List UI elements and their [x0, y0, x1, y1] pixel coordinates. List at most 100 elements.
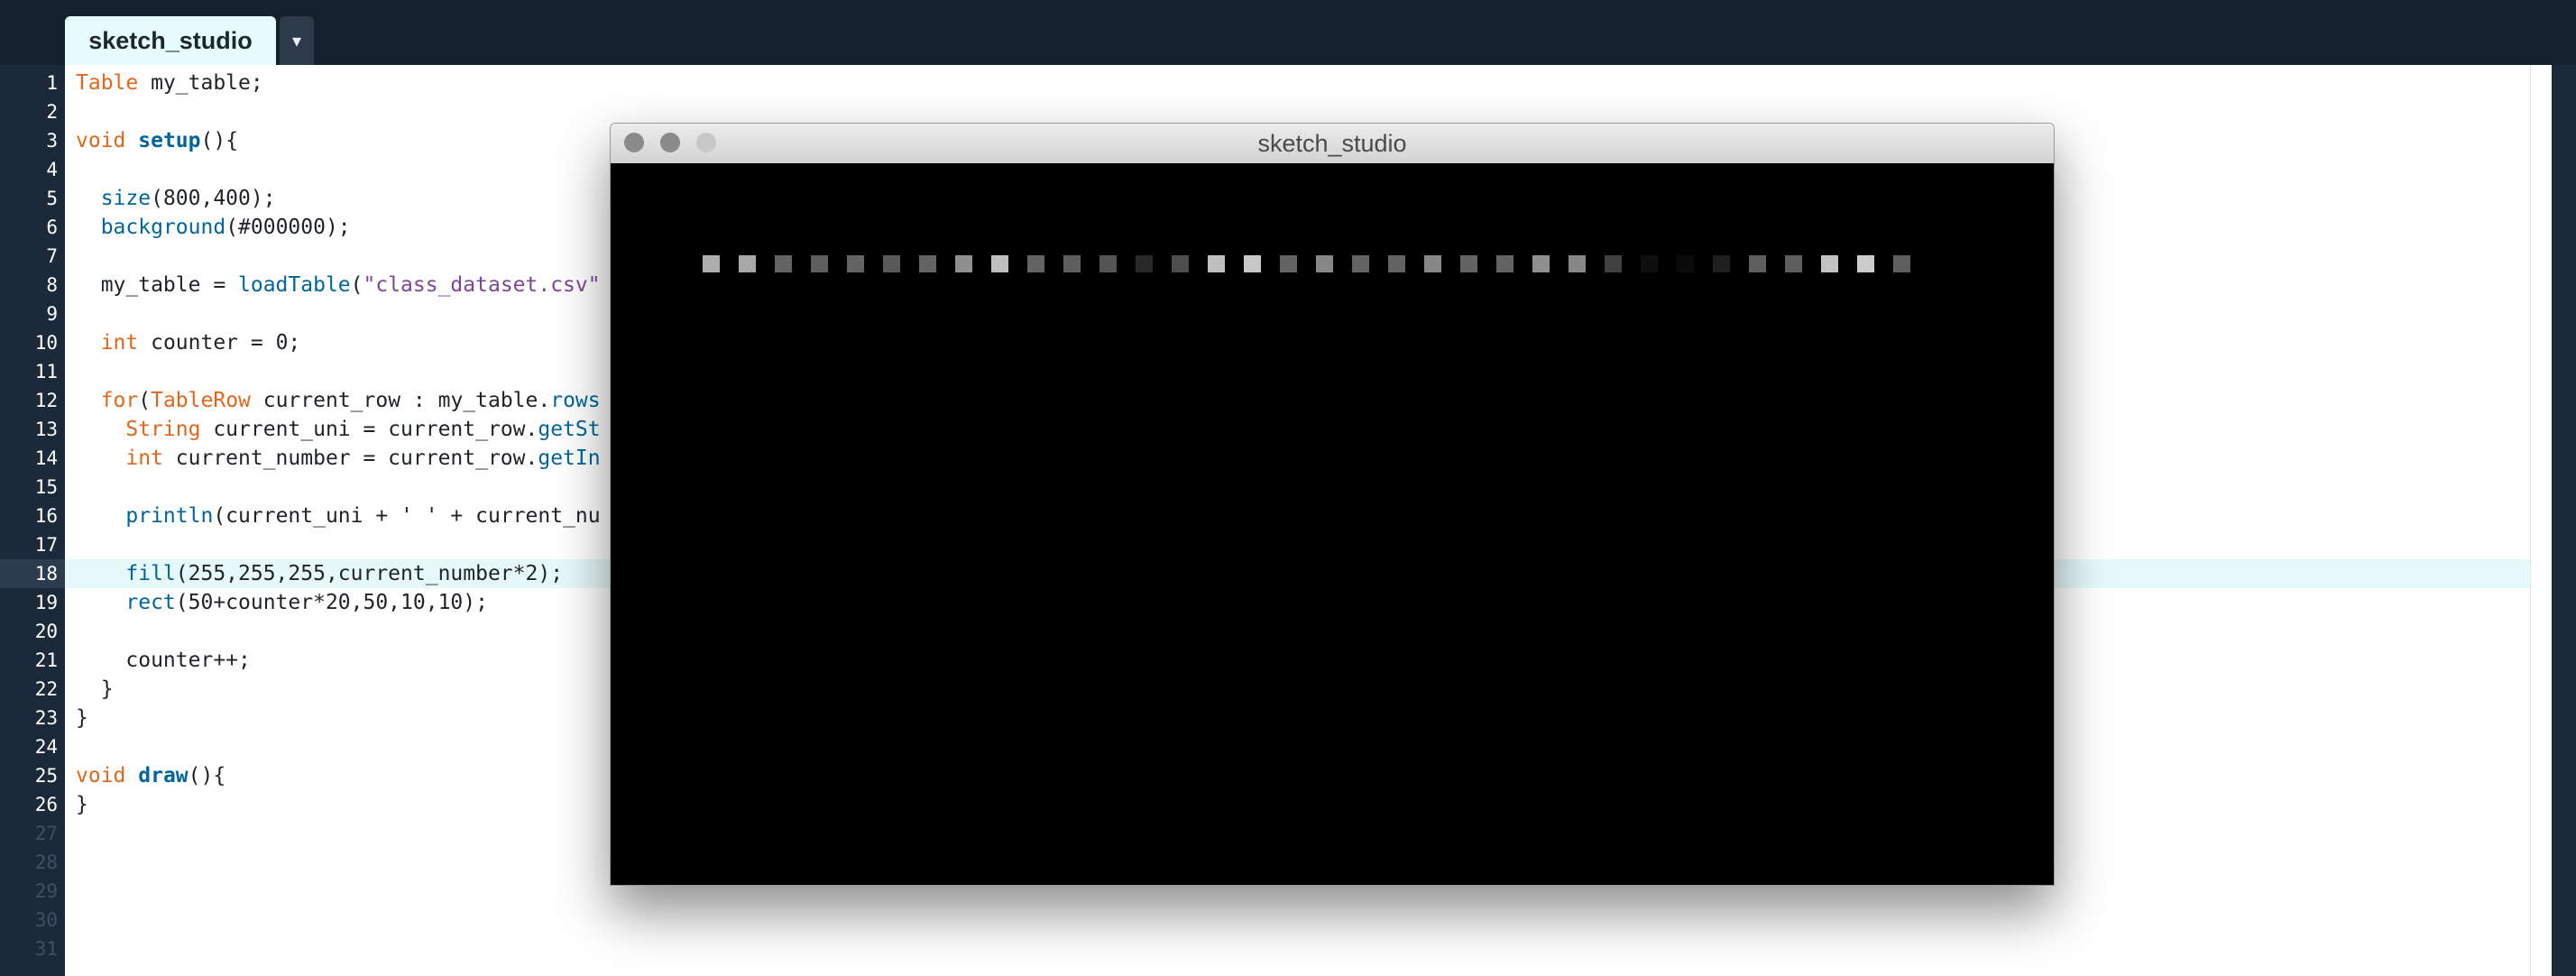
code-token: draw	[138, 764, 189, 787]
code-token: current_number = current_row.	[162, 447, 538, 470]
code-token: current_uni = current_row.	[200, 418, 538, 441]
line-number: 6	[46, 216, 58, 238]
code-line-21: counter++;	[76, 646, 251, 675]
line-number: 26	[34, 794, 58, 815]
line-number: 5	[46, 188, 58, 209]
tab-bar	[0, 0, 2576, 65]
sketch-rect	[1388, 255, 1405, 272]
code-token: my_table =	[76, 273, 239, 297]
sketch-rect	[739, 255, 756, 272]
line-number: 30	[34, 909, 58, 931]
code-token: current_row : my_table.	[250, 389, 551, 412]
sketch-rect	[883, 255, 900, 272]
code-token: getIn	[538, 447, 601, 470]
sketch-rect	[1099, 255, 1117, 272]
line-number: 4	[46, 159, 58, 180]
sketch-rect	[1749, 255, 1766, 272]
code-line-19: rect(50+counter*20,50,10,10);	[76, 588, 488, 617]
sketch-rect	[1027, 255, 1044, 272]
code-token: (current_uni + ' ' + current_nu	[213, 504, 601, 528]
code-token: "class_dataset.csv"	[363, 273, 601, 297]
code-token: (	[350, 273, 363, 297]
sketch-window[interactable]: sketch_studio	[610, 123, 2055, 886]
code-token: String	[125, 418, 201, 441]
line-number: 1	[46, 72, 58, 94]
code-token: (255,255,255,current_number*2);	[175, 562, 564, 585]
sketch-rect	[703, 255, 720, 272]
code-token: my_table;	[138, 71, 263, 95]
line-number: 11	[34, 361, 58, 382]
code-token: (	[138, 389, 152, 412]
code-token: counter++;	[76, 649, 251, 672]
code-line-23: }	[76, 704, 88, 732]
code-line-13: String current_uni = current_row.getSt	[76, 415, 600, 444]
line-number: 27	[34, 823, 58, 844]
code-token: (){	[200, 129, 239, 152]
sketch-rect	[847, 255, 864, 272]
sketch-rect	[1496, 255, 1513, 272]
line-number: 15	[34, 476, 58, 498]
sketch-rect	[1532, 255, 1550, 272]
sketch-rect	[1857, 255, 1874, 272]
tab-menu-dropdown-icon[interactable]: ▾	[280, 16, 314, 65]
code-line-1: Table my_table;	[76, 69, 263, 97]
sketch-rect	[775, 255, 792, 272]
line-number: 18	[34, 563, 58, 585]
line-number: 22	[34, 678, 58, 700]
code-line-8: my_table = loadTable("class_dataset.csv"	[76, 271, 601, 299]
line-number: 16	[34, 505, 58, 527]
sketch-rect	[1605, 255, 1622, 272]
code-line-14: int current_number = current_row.getIn	[76, 444, 601, 473]
code-token: TableRow	[151, 389, 251, 412]
code-line-26: }	[76, 790, 88, 819]
line-number: 2	[46, 101, 58, 123]
code-token: }	[76, 793, 88, 816]
code-token: (800,400);	[151, 187, 276, 210]
line-number: 31	[34, 938, 58, 960]
sketch-canvas[interactable]	[611, 163, 2054, 885]
line-number: 10	[34, 332, 58, 354]
code-line-3: void setup(){	[76, 126, 238, 155]
code-line-18: fill(255,255,255,current_number*2);	[76, 559, 563, 588]
code-token: for	[100, 389, 139, 412]
code-token: int	[100, 331, 139, 354]
line-number: 3	[46, 130, 58, 152]
code-token: rows	[550, 389, 601, 412]
sketch-rect	[955, 255, 972, 272]
sketch-rect	[1677, 255, 1694, 272]
code-line-10: int counter = 0;	[76, 328, 301, 357]
sketch-rect	[919, 255, 936, 272]
code-line-6: background(#000000);	[76, 213, 351, 242]
tab-sketch-studio[interactable]: sketch_studio	[65, 16, 276, 65]
sketch-rect	[991, 255, 1008, 272]
line-number: 29	[34, 880, 58, 902]
line-number: 19	[34, 592, 58, 613]
sketch-rect	[1316, 255, 1333, 272]
code-token: counter = 0;	[138, 331, 301, 354]
line-number: 25	[34, 765, 58, 787]
sketch-rect	[1352, 255, 1369, 272]
line-number: 14	[34, 447, 58, 469]
sketch-rect	[811, 255, 828, 272]
line-number: 24	[34, 736, 58, 758]
sketch-rect	[1821, 255, 1838, 272]
code-token: (50+counter*20,50,10,10);	[175, 591, 488, 614]
code-token: }	[76, 677, 114, 701]
sketch-rect	[1713, 255, 1730, 272]
line-number: 8	[46, 274, 58, 296]
sketch-window-titlebar[interactable]: sketch_studio	[611, 124, 2054, 164]
code-token: fill	[125, 562, 176, 585]
code-token: println	[125, 504, 214, 528]
sketch-rect	[1136, 255, 1153, 272]
right-margin	[2552, 65, 2576, 976]
editor-scrollbar[interactable]	[2530, 65, 2553, 976]
code-token: (#000000);	[225, 216, 351, 239]
code-token: setup	[138, 129, 201, 152]
sketch-rect	[1280, 255, 1297, 272]
code-line-5: size(800,400);	[76, 184, 276, 213]
sketch-rect	[1785, 255, 1802, 272]
